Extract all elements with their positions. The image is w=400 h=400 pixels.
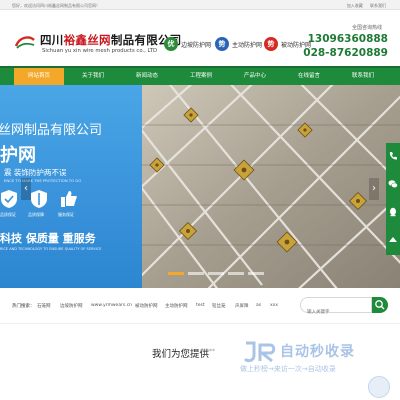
keyword-link[interactable]: xxx <box>270 303 278 308</box>
keyword-link[interactable]: 被动防护网 <box>135 303 158 309</box>
logo-icon[interactable] <box>14 34 36 50</box>
top-bar: 您好，欢迎访问四川裕鑫丝网制品有限公司官网！ 加入收藏 联系我们 <box>0 0 400 10</box>
contact-link[interactable]: 联系我们 <box>370 3 386 8</box>
banner-tagline: 震 装饰防护两不误 <box>4 168 67 177</box>
keyword-link[interactable]: test <box>196 303 205 308</box>
banner-headline: 护网 <box>0 145 36 166</box>
banner-tagline-en: ENCE TO MARK THE PROTECTION TO GO <box>4 178 82 183</box>
main-nav: 网站首页 关于我们 新闻动态 工程案例 产品中心 在线留言 联系我们 <box>0 66 400 85</box>
customer-service-avatar[interactable] <box>368 376 390 398</box>
company-name: 四川裕鑫丝网制品有限公司 <box>40 32 182 48</box>
welcome-text: 您好，欢迎访问四川裕鑫丝网制品有限公司官网！ <box>12 3 100 8</box>
badge-icon: 优 <box>164 37 178 51</box>
banner-slogan: 科技 保质量 重服务 <box>0 232 96 245</box>
top-links: 加入收藏 联系我们 <box>341 3 386 9</box>
nav-news[interactable]: 新闻动态 <box>122 68 172 85</box>
hero-banner[interactable]: 丝网制品有限公司 护网 震 装饰防护两不误 ENCE TO MARK THE P… <box>0 85 400 288</box>
banner-icon-label: 品质保障 <box>28 212 44 217</box>
nav-home[interactable]: 网站首页 <box>14 68 64 85</box>
nav-products[interactable]: 产品中心 <box>230 68 280 85</box>
banner-icon-label: 品质保证 <box>0 212 16 217</box>
badge-icon: 势 <box>264 37 278 51</box>
keyword-link[interactable]: 边坡防护网 <box>60 303 83 309</box>
search-field[interactable] <box>300 297 372 320</box>
phone-number-1: 13096360888 <box>307 33 388 45</box>
wire-mesh-image <box>142 85 400 288</box>
keyword-link[interactable]: 主动防护网 <box>165 303 188 309</box>
shield-icon <box>1 190 17 208</box>
banner-mesh-photo <box>142 85 400 288</box>
product-label: 主动防护网 <box>232 42 263 49</box>
slide-dot[interactable] <box>248 272 264 275</box>
hot-search-label: 热门搜索： <box>12 304 35 309</box>
product-label: 边坡防护网 <box>181 42 212 49</box>
thumbs-up-icon <box>61 191 77 207</box>
phone-number-2: 028-87620889 <box>303 47 388 59</box>
next-slide-arrow-icon[interactable]: › <box>369 178 379 200</box>
add-favorite-link[interactable]: 加入收藏 <box>347 3 363 8</box>
company-name-prefix: 四川 <box>40 33 64 47</box>
hotline-label: 全国咨询热线 <box>351 25 382 31</box>
wechat-icon[interactable] <box>388 179 398 189</box>
shield-icon <box>31 190 47 208</box>
nav-about[interactable]: 关于我们 <box>68 68 118 85</box>
badge-icon: 势 <box>215 37 229 51</box>
qq-icon[interactable] <box>388 207 398 217</box>
slide-dot[interactable] <box>168 272 184 275</box>
slide-dot[interactable] <box>228 272 244 275</box>
keyword-link[interactable]: 石笼网 <box>37 303 51 309</box>
watermark-subtext: 做上秒榜→来访一次→自动收录 <box>240 365 336 373</box>
banner-slogan-en: RICE AND TECHNOLOGY TO ENSURE QUALITY OF… <box>0 247 102 251</box>
keyword-link[interactable]: www.yrmwears.cn <box>91 303 132 308</box>
slide-dot[interactable] <box>188 272 204 275</box>
back-to-top-icon[interactable] <box>388 235 398 245</box>
search-icon[interactable] <box>372 297 388 313</box>
nav-cases[interactable]: 工程案例 <box>176 68 226 85</box>
watermark-logo-icon <box>243 341 276 363</box>
nav-message[interactable]: 在线留言 <box>284 68 334 85</box>
hot-search-bar: 热门搜索： 石笼网 边坡防护网 www.yrmwears.cn 被动防护网 主动… <box>0 288 400 324</box>
slide-dot[interactable] <box>208 272 224 275</box>
watermark-text: 自动秒收录 <box>280 344 355 360</box>
phone-icon[interactable] <box>388 151 398 161</box>
banner-icon-label: 服务保证 <box>58 212 74 217</box>
keyword-link[interactable]: as <box>256 303 261 308</box>
services-section: 我们为您提供 ***** 自动秒收录 做上秒榜→来访一次→自动收录 <box>0 324 400 400</box>
search-input[interactable] <box>307 305 367 320</box>
keyword-link[interactable]: 声屏障 <box>235 303 249 309</box>
nav-contact[interactable]: 联系我们 <box>338 68 388 85</box>
floating-contact-bar <box>386 143 400 255</box>
banner-company: 丝网制品有限公司 <box>0 123 103 138</box>
keyword-link[interactable]: 铅丝笼 <box>212 303 226 309</box>
company-name-highlight: 裕鑫丝网 <box>63 33 111 47</box>
company-name-en: Sichuan yu xin wire mesh products co., L… <box>42 48 158 54</box>
section-title-stars: ***** <box>200 348 215 355</box>
site-header: 四川裕鑫丝网制品有限公司 Sichuan yu xin wire mesh pr… <box>0 10 400 66</box>
prev-slide-arrow-icon[interactable]: ‹ <box>21 178 31 200</box>
